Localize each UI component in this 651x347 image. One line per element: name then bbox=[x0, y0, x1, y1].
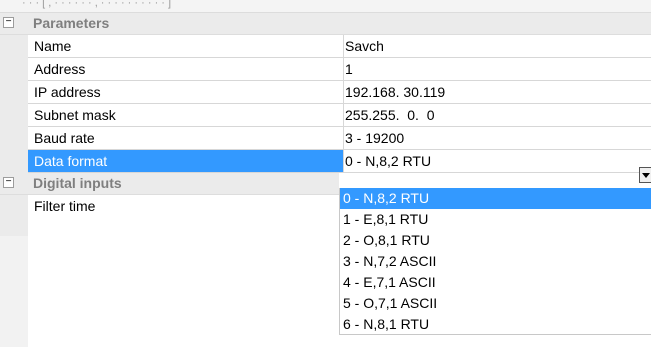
category-label: Digital inputs bbox=[33, 175, 122, 191]
property-value[interactable]: 1 bbox=[345, 58, 353, 80]
category-parameters[interactable]: − Parameters bbox=[0, 13, 651, 35]
property-row-data-format[interactable]: Data format 0 - N,8,2 RTU bbox=[28, 150, 651, 173]
property-name: Address bbox=[28, 58, 344, 80]
property-row-filter-time[interactable]: Filter time bbox=[28, 195, 339, 218]
property-name: Subnet mask bbox=[28, 104, 344, 126]
truncated-header-strip: · · · [ , · · · · · · , · · · · · · · · … bbox=[0, 0, 651, 13]
property-name: Filter time bbox=[34, 198, 96, 214]
chevron-down-icon[interactable] bbox=[639, 167, 651, 183]
property-row-baud-rate[interactable]: Baud rate 3 - 19200 bbox=[28, 127, 651, 150]
property-row-address[interactable]: Address 1 bbox=[28, 58, 651, 81]
property-row-subnet-mask[interactable]: Subnet mask 255.255. 0. 0 bbox=[28, 104, 651, 127]
property-grid-margin bbox=[0, 13, 28, 236]
data-format-dropdown-list[interactable]: 0 - N,8,2 RTU 1 - E,8,1 RTU 2 - O,8,1 RT… bbox=[339, 188, 651, 335]
property-grid-margin-lower bbox=[0, 236, 28, 347]
dropdown-option[interactable]: 4 - E,7,1 ASCII bbox=[340, 272, 651, 293]
dropdown-option[interactable]: 5 - O,7,1 ASCII bbox=[340, 293, 651, 314]
property-value[interactable]: 255.255. 0. 0 bbox=[345, 104, 435, 126]
property-value[interactable]: 192.168. 30.119 bbox=[345, 81, 445, 103]
property-name: Name bbox=[28, 35, 344, 57]
category-label: Parameters bbox=[33, 15, 110, 31]
collapse-icon[interactable]: − bbox=[3, 17, 14, 28]
collapse-icon[interactable]: − bbox=[3, 177, 14, 188]
dropdown-option[interactable]: 1 - E,8,1 RTU bbox=[340, 209, 651, 230]
data-format-select[interactable]: 0 - N,8,2 RTU bbox=[345, 150, 431, 172]
dropdown-option[interactable]: 3 - N,7,2 ASCII bbox=[340, 251, 651, 272]
property-name: IP address bbox=[28, 81, 344, 103]
property-row-name[interactable]: Name Savch bbox=[28, 35, 651, 58]
property-name: Baud rate bbox=[28, 127, 344, 149]
property-value[interactable]: 3 - 19200 bbox=[345, 127, 404, 149]
property-row-ip-address[interactable]: IP address 192.168. 30.119 bbox=[28, 81, 651, 104]
property-name: Data format bbox=[28, 150, 344, 172]
dropdown-option[interactable]: 6 - N,8,1 RTU bbox=[340, 314, 651, 335]
category-digital-inputs[interactable]: − Digital inputs bbox=[0, 173, 339, 195]
property-value[interactable]: Savch bbox=[345, 35, 384, 57]
dropdown-option[interactable]: 2 - O,8,1 RTU bbox=[340, 230, 651, 251]
dropdown-option[interactable]: 0 - N,8,2 RTU bbox=[340, 188, 651, 209]
